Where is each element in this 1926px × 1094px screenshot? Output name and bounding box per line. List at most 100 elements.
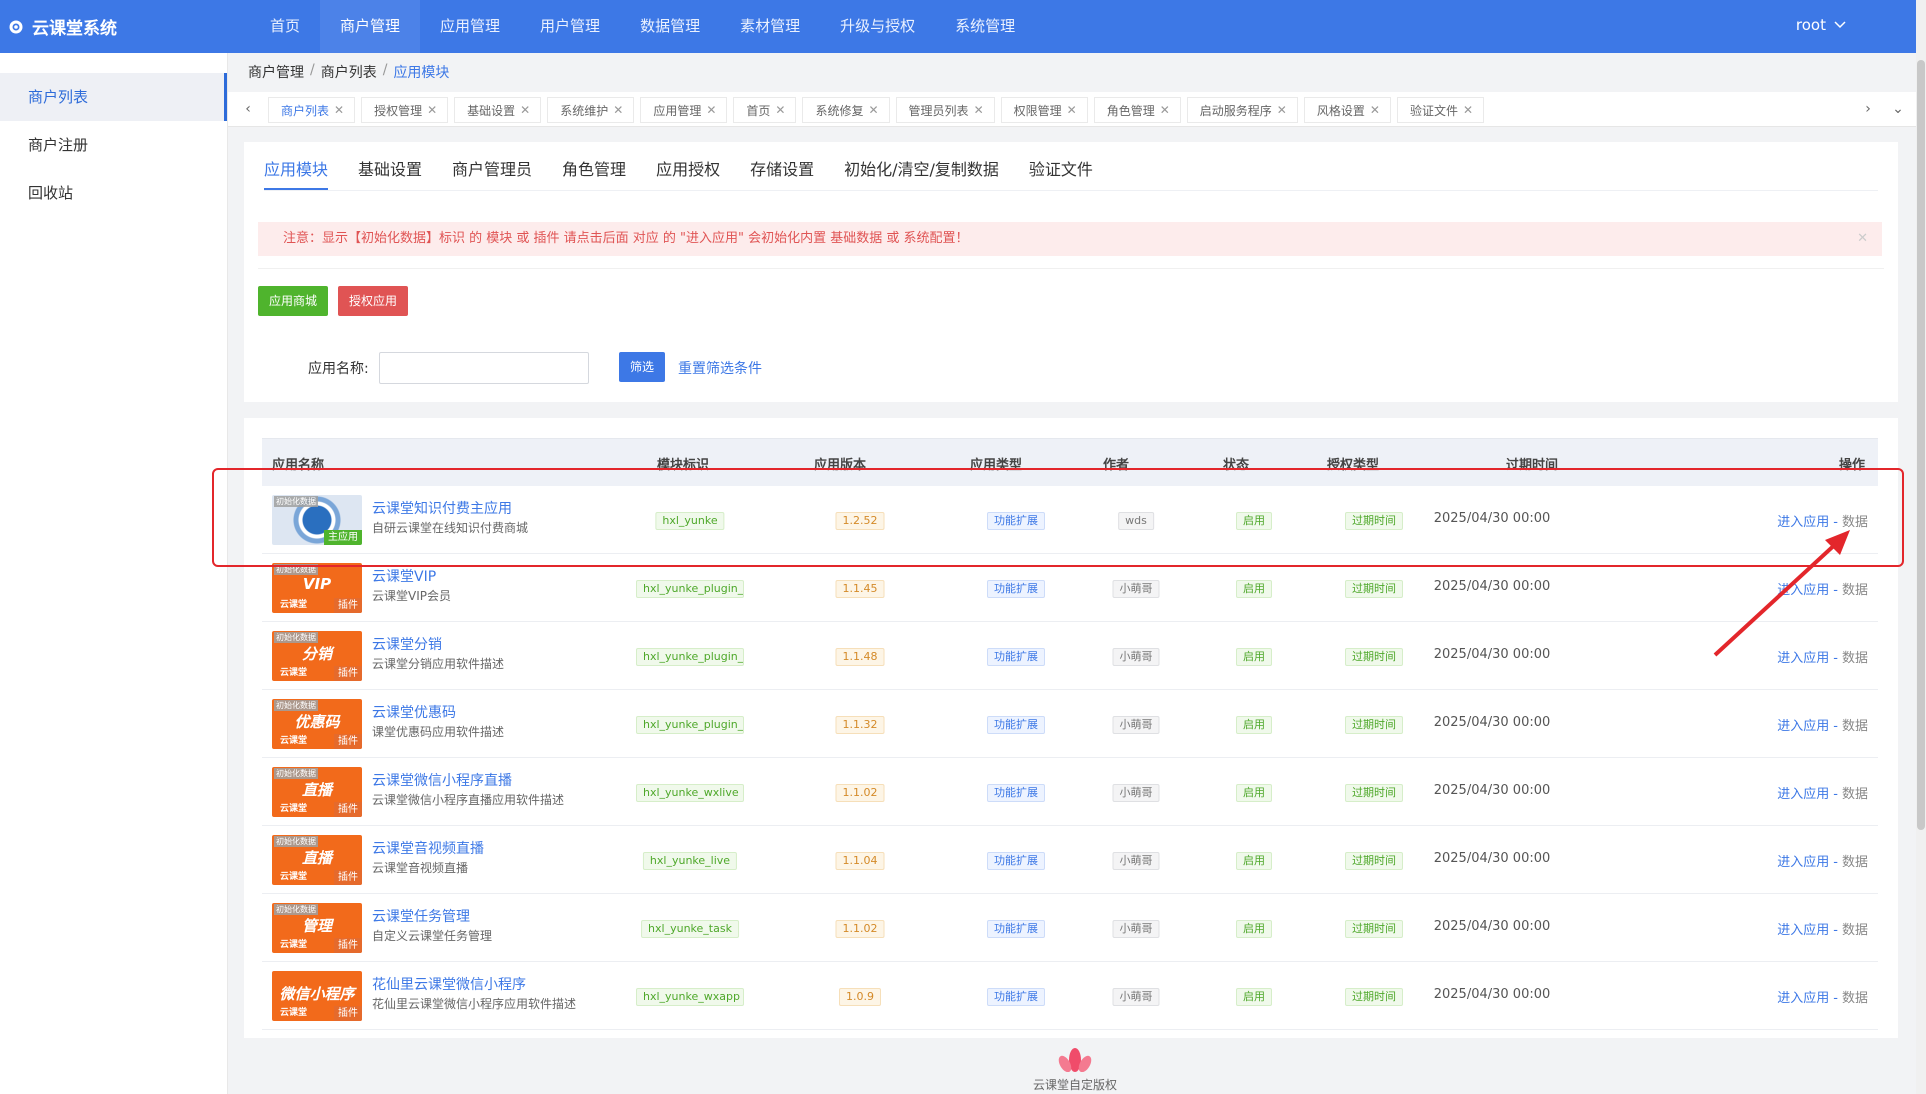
close-icon[interactable]: ✕ (1277, 103, 1287, 117)
enter-app-link[interactable]: 进入应用 (1777, 855, 1829, 870)
enter-app-link[interactable]: 进入应用 (1777, 719, 1829, 734)
app-thumbnail: 管理 云课堂 初始化数据 插件 (272, 903, 362, 953)
close-icon[interactable]: ✕ (868, 103, 878, 117)
data-link[interactable]: 数据 (1842, 719, 1868, 734)
tab-permission[interactable]: 权限管理 ✕ (1000, 97, 1088, 123)
close-icon[interactable]: ✕ (1160, 103, 1170, 117)
enter-app-link[interactable]: 进入应用 (1777, 515, 1829, 530)
init-data-tag: 初始化数据 (274, 836, 318, 847)
sidebar-item-merchant-register[interactable]: 商户注册 (0, 121, 227, 169)
enter-app-link[interactable]: 进入应用 (1777, 991, 1829, 1006)
close-icon[interactable]: ✕ (1857, 222, 1868, 256)
close-icon[interactable]: ✕ (613, 103, 623, 117)
tab-system-maintain[interactable]: 系统维护 ✕ (547, 97, 635, 123)
tab-verify-file[interactable]: 验证文件 ✕ (1396, 97, 1485, 123)
tab-label: 商户列表 (281, 103, 330, 118)
tab-app-manage[interactable]: 应用管理 ✕ (640, 97, 728, 123)
data-link[interactable]: 数据 (1842, 651, 1868, 666)
breadcrumb-item[interactable]: 商户列表 (321, 62, 377, 82)
nav-system[interactable]: 系统管理 (935, 0, 1035, 53)
data-link[interactable]: 数据 (1842, 991, 1868, 1006)
scrollbar-thumb[interactable] (1917, 60, 1925, 830)
subtab-verify-file[interactable]: 验证文件 (1029, 156, 1093, 190)
app-type-badge: 功能扩展 (987, 580, 1045, 598)
tab-auth-manage[interactable]: 授权管理 ✕ (361, 97, 449, 123)
nav-upgrade[interactable]: 升级与授权 (820, 0, 935, 53)
auth-type-badge: 过期时间 (1345, 716, 1403, 734)
user-menu[interactable]: root (1796, 0, 1846, 50)
tab-merchant-list[interactable]: 商户列表 ✕ (268, 97, 356, 123)
close-icon[interactable]: ✕ (1370, 103, 1380, 117)
tab-role-manage[interactable]: 角色管理 ✕ (1093, 97, 1181, 123)
tab-home[interactable]: 首页 ✕ (733, 97, 797, 123)
breadcrumb-item[interactable]: 商户管理 (248, 62, 304, 82)
tab-system-repair[interactable]: 系统修复 ✕ (802, 97, 890, 123)
tab-label: 应用管理 (653, 103, 702, 118)
nav-data[interactable]: 数据管理 (620, 0, 720, 53)
nav-material[interactable]: 素材管理 (720, 0, 820, 53)
divider (258, 268, 1884, 269)
tab-style-settings[interactable]: 风格设置 ✕ (1303, 97, 1391, 123)
close-icon[interactable]: ✕ (1067, 103, 1077, 117)
subtab-init-data[interactable]: 初始化/清空/复制数据 (844, 156, 999, 190)
subtab-app-module[interactable]: 应用模块 (264, 156, 329, 190)
notice-alert: 注意：显示【初始化数据】标识 的 模块 或 插件 请点击后面 对应 的 "进入应… (258, 222, 1882, 256)
enter-app-link[interactable]: 进入应用 (1777, 923, 1829, 938)
page-scrollbar[interactable] (1916, 0, 1926, 1094)
tab-scroll-left-icon[interactable]: ‹ (238, 92, 258, 127)
version-badge: 1.2.52 (835, 512, 885, 530)
tab-basic-settings[interactable]: 基础设置 ✕ (454, 97, 542, 123)
filter-button[interactable]: 筛选 (619, 352, 666, 382)
subtab-app-auth[interactable]: 应用授权 (656, 156, 720, 190)
tab-scroll-right-icon[interactable]: › (1858, 92, 1878, 127)
close-icon[interactable]: ✕ (427, 103, 437, 117)
top-nav: 首页 商户管理 应用管理 用户管理 数据管理 素材管理 升级与授权 系统管理 (250, 0, 1035, 53)
app-name-link[interactable]: 云课堂VIP (372, 566, 436, 586)
app-name-link[interactable]: 云课堂知识付费主应用 (372, 498, 512, 518)
subtab-merchant-admin[interactable]: 商户管理员 (452, 156, 532, 190)
subtab-basic-settings[interactable]: 基础设置 (358, 156, 422, 190)
sidebar-item-recycle-bin[interactable]: 回收站 (0, 169, 227, 217)
app-name-link[interactable]: 花仙里云课堂微信小程序 (372, 974, 526, 994)
close-icon[interactable]: ✕ (706, 103, 716, 117)
app-name-link[interactable]: 云课堂音视频直播 (372, 838, 484, 858)
thumb-title: 管理 (301, 917, 332, 935)
tab-start-service[interactable]: 启动服务程序 ✕ (1186, 97, 1298, 123)
enter-app-link[interactable]: 进入应用 (1777, 583, 1829, 598)
data-link[interactable]: 数据 (1842, 787, 1868, 802)
authorize-app-button[interactable]: 授权应用 (338, 286, 409, 316)
tab-menu-chevron-down-icon[interactable]: ⌄ (1888, 92, 1908, 127)
data-link[interactable]: 数据 (1842, 923, 1868, 938)
close-icon[interactable]: ✕ (334, 103, 344, 117)
filter-label: 应用名称: (308, 361, 369, 377)
data-link[interactable]: 数据 (1842, 583, 1868, 598)
enter-app-link[interactable]: 进入应用 (1777, 651, 1829, 666)
close-icon[interactable]: ✕ (974, 103, 984, 117)
nav-user[interactable]: 用户管理 (520, 0, 620, 53)
nav-home[interactable]: 首页 (250, 0, 320, 53)
subtab-storage[interactable]: 存储设置 (750, 156, 814, 190)
data-link[interactable]: 数据 (1842, 515, 1868, 530)
action-separator: - (1833, 515, 1838, 530)
app-store-button[interactable]: 应用商城 (258, 286, 329, 316)
app-name-link[interactable]: 云课堂任务管理 (372, 906, 470, 926)
app-name-link[interactable]: 云课堂分销 (372, 634, 442, 654)
app-name-link[interactable]: 云课堂微信小程序直播 (372, 770, 512, 790)
reset-filter-link[interactable]: 重置筛选条件 (678, 358, 762, 378)
column-header: 授权类型 (1327, 458, 1380, 473)
close-icon[interactable]: ✕ (1463, 103, 1473, 117)
nav-app[interactable]: 应用管理 (420, 0, 520, 53)
tab-admin-list[interactable]: 管理员列表 ✕ (895, 97, 995, 123)
sidebar-item-merchant-list[interactable]: 商户列表 (0, 73, 227, 121)
nav-merchant[interactable]: 商户管理 (320, 0, 421, 53)
auth-type-badge: 过期时间 (1345, 988, 1403, 1006)
enter-app-link[interactable]: 进入应用 (1777, 787, 1829, 802)
subtab-role-manage[interactable]: 角色管理 (562, 156, 626, 190)
row-actions: 进入应用 - 数据 (1777, 783, 1868, 802)
app-name-link[interactable]: 云课堂优惠码 (372, 702, 456, 722)
close-icon[interactable]: ✕ (520, 103, 530, 117)
data-link[interactable]: 数据 (1842, 855, 1868, 870)
app-name-input[interactable] (379, 352, 589, 384)
close-icon[interactable]: ✕ (775, 103, 785, 117)
app-logo[interactable]: 云课堂系统 (8, 0, 117, 53)
